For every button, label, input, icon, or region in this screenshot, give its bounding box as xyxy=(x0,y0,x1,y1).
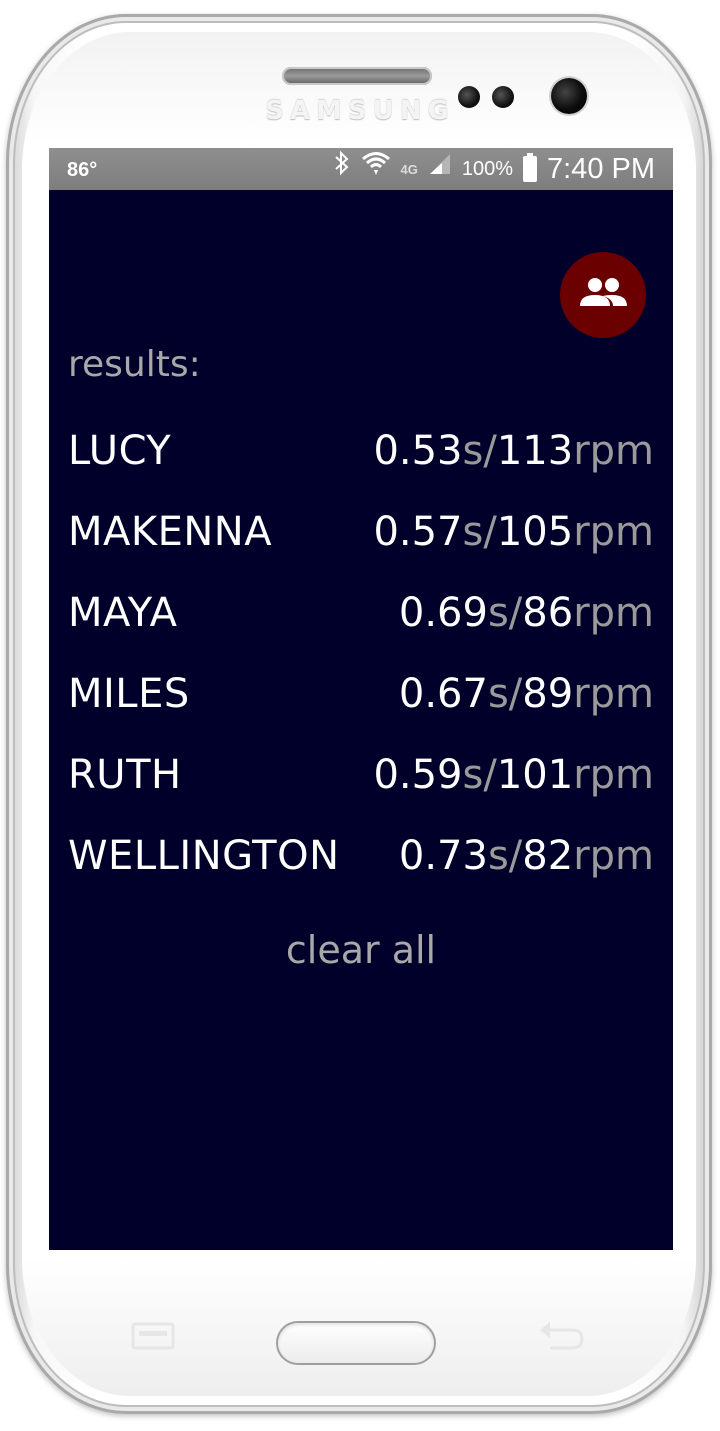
rpm-value: 89 xyxy=(522,671,574,717)
seconds-value: 0.53 xyxy=(373,428,463,474)
wifi-icon xyxy=(361,148,391,190)
result-name: RUTH xyxy=(68,752,182,798)
seconds-value: 0.69 xyxy=(398,590,488,636)
result-row: MILES 0.67s/89rpm xyxy=(68,665,654,746)
seconds-value: 0.57 xyxy=(373,509,463,555)
seconds-value: 0.73 xyxy=(398,833,488,879)
result-name: MILES xyxy=(68,671,190,717)
earpiece-speaker xyxy=(282,67,432,85)
seconds-unit: s xyxy=(462,752,484,798)
clock: 7:40 PM xyxy=(547,152,655,185)
results-list: LUCY 0.53s/113rpm MAKENNA 0.57s/105rpm M… xyxy=(68,422,654,908)
result-name: MAKENNA xyxy=(68,509,273,555)
group-button[interactable] xyxy=(560,252,646,338)
home-button[interactable] xyxy=(278,1323,434,1363)
result-value: 0.67s/89rpm xyxy=(399,671,654,717)
clear-all-button[interactable]: clear all xyxy=(49,928,673,972)
proximity-sensor xyxy=(458,86,480,108)
rpm-unit: rpm xyxy=(573,833,654,879)
result-name: WELLINGTON xyxy=(68,833,340,879)
battery-percentage: 100% xyxy=(461,157,513,180)
result-name: LUCY xyxy=(68,428,172,474)
people-group-icon xyxy=(577,276,629,314)
value-separator: / xyxy=(483,752,497,798)
seconds-value: 0.67 xyxy=(398,671,488,717)
seconds-value: 0.59 xyxy=(373,752,463,798)
status-bar: 86° 4G 100% 7:40 PM xyxy=(49,148,673,190)
result-value: 0.59s/101rpm xyxy=(373,752,654,798)
result-row: LUCY 0.53s/113rpm xyxy=(68,422,654,503)
value-separator: / xyxy=(508,590,523,636)
rpm-value: 113 xyxy=(496,428,574,474)
result-row: MAKENNA 0.57s/105rpm xyxy=(68,503,654,584)
rpm-value: 86 xyxy=(522,590,574,636)
result-value: 0.57s/105rpm xyxy=(373,509,654,555)
light-sensor xyxy=(492,86,514,108)
value-separator: / xyxy=(483,509,497,555)
rpm-value: 82 xyxy=(522,833,574,879)
temperature-indicator: 86° xyxy=(67,159,98,181)
rpm-value: 105 xyxy=(496,509,574,555)
result-row: RUTH 0.59s/101rpm xyxy=(68,746,654,827)
rpm-unit: rpm xyxy=(573,428,654,474)
app-screen: 86° 4G 100% 7:40 PM results: LUCY 0.53s/… xyxy=(49,148,673,1250)
value-separator: / xyxy=(508,833,523,879)
bluetooth-icon xyxy=(333,148,351,190)
battery-icon xyxy=(523,153,537,182)
result-value: 0.73s/82rpm xyxy=(399,833,654,879)
network-type-indicator: 4G xyxy=(400,161,418,177)
result-value: 0.53s/113rpm xyxy=(373,428,654,474)
menu-key[interactable] xyxy=(131,1322,175,1350)
result-name: MAYA xyxy=(68,590,178,636)
rpm-unit: rpm xyxy=(573,752,654,798)
seconds-unit: s xyxy=(487,671,509,717)
result-value: 0.69s/86rpm xyxy=(399,590,654,636)
seconds-unit: s xyxy=(462,509,484,555)
seconds-unit: s xyxy=(487,590,509,636)
rpm-value: 101 xyxy=(496,752,574,798)
back-key[interactable] xyxy=(536,1318,586,1352)
status-icons: 4G 100% 7:40 PM xyxy=(333,148,655,190)
value-separator: / xyxy=(483,428,497,474)
rpm-unit: rpm xyxy=(573,509,654,555)
seconds-unit: s xyxy=(462,428,484,474)
seconds-unit: s xyxy=(487,833,509,879)
menu-icon xyxy=(131,1322,175,1350)
rpm-unit: rpm xyxy=(573,590,654,636)
rpm-unit: rpm xyxy=(573,671,654,717)
value-separator: / xyxy=(508,671,523,717)
result-row: WELLINGTON 0.73s/82rpm xyxy=(68,827,654,908)
signal-strength-icon xyxy=(428,148,452,190)
brand-logo: SAMSUNG xyxy=(265,96,455,126)
back-arrow-icon xyxy=(540,1322,584,1350)
front-camera xyxy=(551,78,587,114)
results-label: results: xyxy=(68,344,201,385)
result-row: MAYA 0.69s/86rpm xyxy=(68,584,654,665)
